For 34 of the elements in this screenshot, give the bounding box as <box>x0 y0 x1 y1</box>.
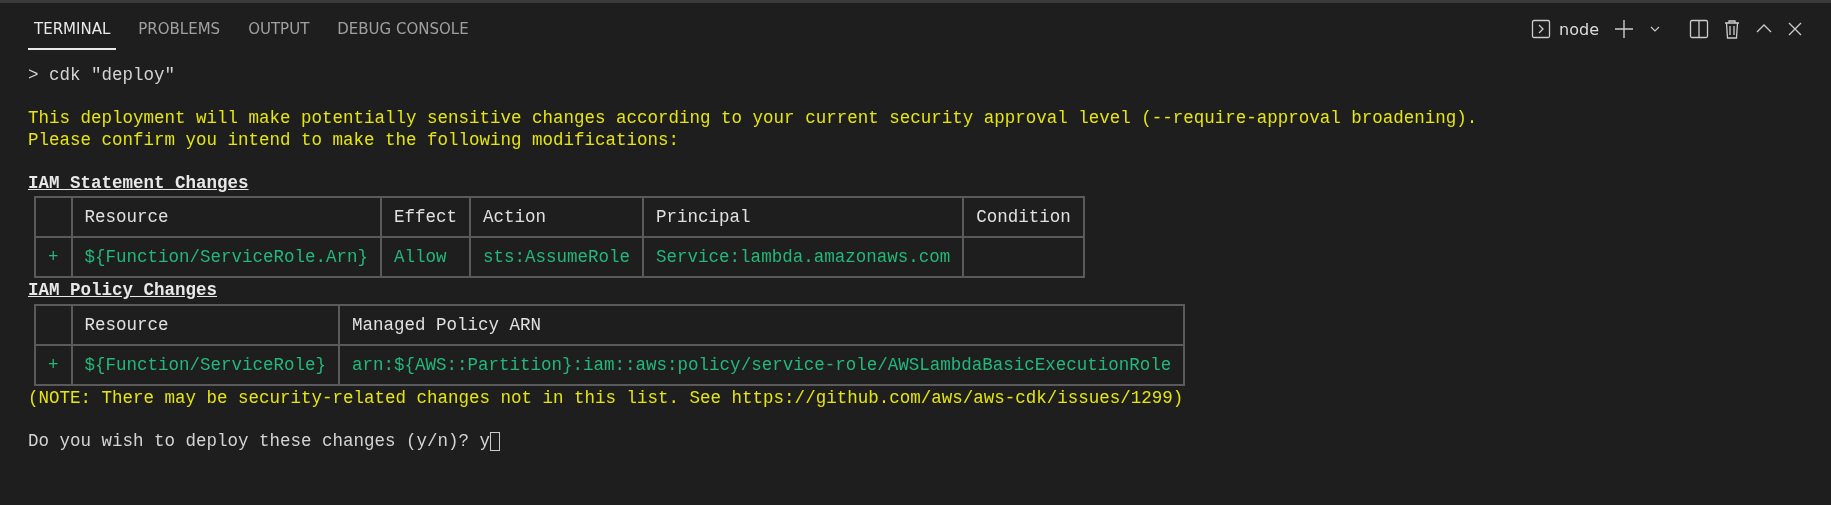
column-header: Resource <box>71 197 382 237</box>
table-cell: Service:lambda.amazonaws.com <box>643 237 964 277</box>
warning-text: (NOTE: There may be security-related changes not in this list. See https://github.com/aws/aws-cdk/issues/1299) <box>28 387 1185 409</box>
text-cursor <box>490 431 501 451</box>
column-header: Action <box>470 197 644 237</box>
terminal-icon <box>1531 19 1552 39</box>
section-heading: IAM Policy Changes <box>28 280 218 300</box>
column-header: Managed Policy ARN <box>339 304 1185 345</box>
table-cell: arn:${AWS::Partition}:iam::aws:policy/service-role/AWSLambdaBasicExecutionRole <box>339 344 1185 385</box>
table-cell: ${Function/ServiceRole} <box>71 344 340 385</box>
warning-text: Please confirm you intend to make the following modifications: <box>28 129 681 151</box>
panel-tab[interactable]: OUTPUT <box>242 8 316 50</box>
plus-icon[interactable] <box>1613 18 1635 40</box>
panel-tab[interactable]: PROBLEMS <box>132 8 227 50</box>
terminal-selector[interactable]: node <box>1531 19 1599 39</box>
table-cell: Allow <box>381 237 471 277</box>
column-header: Resource <box>71 304 340 345</box>
table-cell: + <box>35 237 72 277</box>
shell-name: node <box>1559 19 1599 39</box>
table-cell: + <box>35 344 72 385</box>
column-header: Condition <box>963 197 1084 237</box>
command-line: > cdk "deploy" <box>28 65 177 87</box>
table-cell: ${Function/ServiceRole.Arn} <box>71 237 382 277</box>
section-heading: IAM Statement Changes <box>28 172 249 193</box>
prompt-text: Do you wish to deploy these changes (y/n)? y <box>28 430 491 452</box>
column-header: Principal <box>643 197 964 237</box>
panel-tab[interactable]: DEBUG CONSOLE <box>331 8 475 50</box>
column-header: Effect <box>381 197 471 237</box>
trash-icon[interactable] <box>1723 19 1741 39</box>
warning-text: This deployment will make potentially sensitive changes according to your current security approval level (--require-approval broadening). <box>28 108 1479 130</box>
split-icon[interactable] <box>1689 19 1709 39</box>
table-cell: sts:AssumeRole <box>470 237 644 277</box>
close-icon[interactable] <box>1787 21 1803 37</box>
panel-tab[interactable]: TERMINAL <box>28 8 117 50</box>
